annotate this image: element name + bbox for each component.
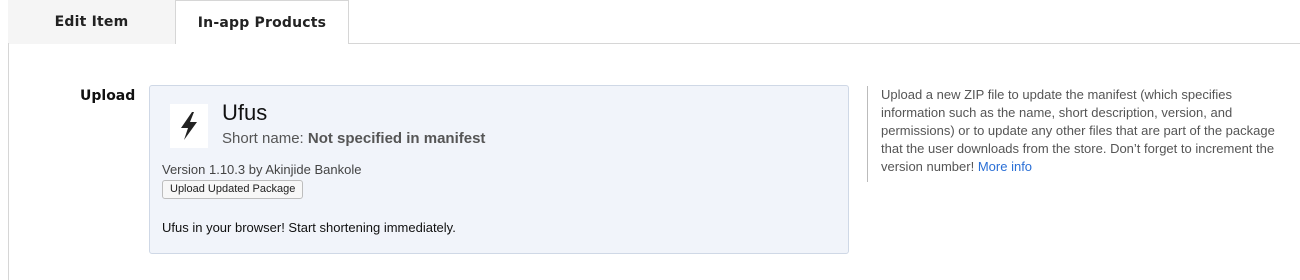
tab-in-app-products[interactable]: In-app Products (175, 0, 349, 44)
lightning-bolt-icon (170, 104, 208, 148)
upload-help-text: Upload a new ZIP file to update the mani… (867, 86, 1287, 182)
more-info-link[interactable]: More info (978, 159, 1032, 174)
item-description: Ufus in your browser! Start shortening i… (162, 220, 456, 235)
short-name-value: Not specified in manifest (307, 130, 486, 147)
upload-updated-package-button[interactable]: Upload Updated Package (162, 180, 304, 199)
tab-edit-item[interactable]: Edit Item (8, 0, 175, 44)
item-short-name: Short name: Not specified in manifest (222, 130, 485, 147)
item-name: Ufus (222, 100, 268, 125)
short-name-label: Short name: (222, 130, 304, 147)
upload-section-label: Upload (80, 88, 136, 104)
tab-bar: Edit Item In-app Products (8, 0, 1300, 44)
help-paragraph: Upload a new ZIP file to update the mani… (881, 87, 1275, 174)
version-line: Version 1.10.3 by Akinjide Bankole (162, 162, 362, 177)
item-card: Ufus Short name: Not specified in manife… (149, 85, 849, 254)
